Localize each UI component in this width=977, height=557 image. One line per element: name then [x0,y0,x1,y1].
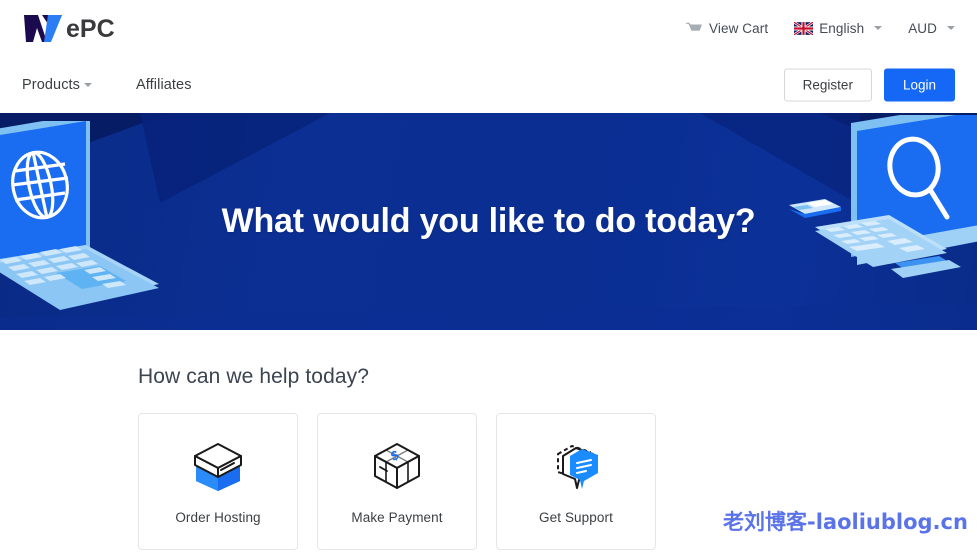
section-heading: How can we help today? [138,365,370,388]
card-order-hosting[interactable]: Order Hosting [138,413,298,550]
card-make-payment[interactable]: $ Make Payment [317,413,477,550]
stacked-box-icon [188,438,248,494]
nav-item-products-label: Products [22,76,81,93]
card-get-support[interactable]: Get Support [496,413,656,550]
chevron-down-icon [874,26,883,30]
language-selector[interactable]: English [794,20,883,36]
uk-flag-icon [794,21,814,35]
shopping-cart-icon [686,22,702,31]
register-button[interactable]: Register [783,68,872,101]
nav-item-affiliates-label: Affiliates [136,76,192,93]
view-cart-link[interactable]: View Cart [685,21,768,36]
dollar-box-icon: $ [367,438,427,494]
nav-item-affiliates[interactable]: Affiliates [136,77,192,93]
chat-bubble-icon [546,438,606,494]
chevron-down-icon [947,26,955,30]
hero-title: What would you like to do today? [221,202,756,240]
language-label: English [819,20,865,36]
utility-bar: View Cart English AUD [0,0,977,56]
currency-selector[interactable]: AUD [908,21,955,36]
hero-banner: What would you like to do today? [0,113,977,330]
page-root: ePC View Cart English AUD Products Affil… [0,0,977,557]
card-order-hosting-label: Order Hosting [175,510,261,525]
nav-item-products[interactable]: Products [22,76,93,93]
card-make-payment-label: Make Payment [351,510,443,525]
nav-links: Products Affiliates [22,77,236,93]
chevron-down-icon [84,82,93,87]
currency-label: AUD [908,20,937,36]
main-navigation: Products Affiliates Register Login [0,56,977,113]
login-button[interactable]: Login [883,68,955,101]
card-get-support-label: Get Support [539,510,613,525]
view-cart-label: View Cart [709,20,769,36]
watermark: 老刘博客-laoliublog.cn [723,510,968,534]
nav-actions: Register Login [783,68,955,101]
